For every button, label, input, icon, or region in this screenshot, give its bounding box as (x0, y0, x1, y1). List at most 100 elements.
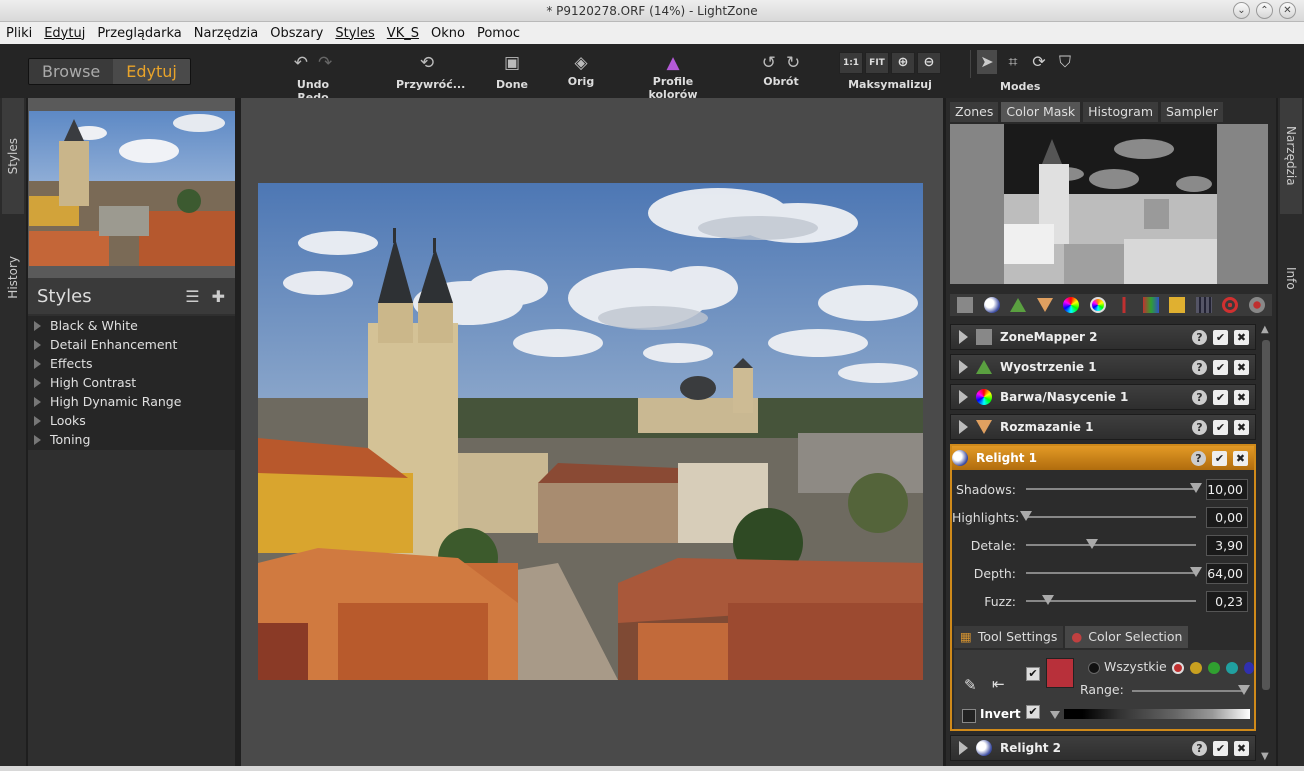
blur-icon[interactable] (1036, 298, 1053, 312)
tool-row-zonemapper[interactable]: ZoneMapper 2 ? ✔ ✖ (950, 324, 1256, 350)
color-balance-icon[interactable] (1089, 297, 1106, 313)
depth-slider[interactable] (1026, 572, 1196, 574)
zoom-fit-button[interactable]: FIT (865, 52, 889, 74)
minimize-button[interactable]: ⌄ (1233, 2, 1250, 19)
tab-zones[interactable]: Zones (950, 102, 999, 122)
enable-checkbox[interactable]: ✔ (1213, 389, 1228, 405)
rotate-left-icon[interactable]: ↺ (762, 53, 776, 73)
help-icon[interactable]: ? (1192, 329, 1207, 345)
style-category[interactable]: High Contrast (28, 373, 235, 392)
help-icon[interactable]: ? (1192, 419, 1207, 435)
zoom-out-icon[interactable]: ⊖ (917, 52, 941, 74)
menu-przegladarka[interactable]: Przeglądarka (97, 26, 181, 41)
range-slider-thumb[interactable] (1238, 685, 1250, 695)
expand-icon[interactable] (959, 360, 968, 374)
depth-slider-thumb[interactable] (1190, 567, 1202, 577)
enable-checkbox[interactable]: ✔ (1213, 329, 1228, 345)
zoom-in-icon[interactable]: ⊕ (891, 52, 915, 74)
color-enable-checkbox[interactable]: ✔ (1026, 667, 1040, 681)
remove-icon[interactable]: ✖ (1234, 359, 1249, 375)
arrow-mode-icon[interactable]: ➤ (977, 50, 997, 74)
edit-button[interactable]: Edytuj (113, 59, 190, 84)
highlights-value-field[interactable]: 0,00 (1206, 506, 1248, 528)
detail-value-field[interactable]: 3,90 (1206, 534, 1248, 556)
menu-pliki[interactable]: Pliki (6, 26, 32, 41)
sharpen-icon[interactable] (1010, 298, 1027, 312)
style-category[interactable]: Looks (28, 411, 235, 430)
remove-icon[interactable]: ✖ (1234, 419, 1249, 435)
remove-icon[interactable]: ✖ (1233, 450, 1248, 466)
shadows-slider-thumb[interactable] (1190, 483, 1202, 493)
luminosity-low-thumb[interactable] (1050, 711, 1060, 719)
revert-button[interactable]: ⟲ Przywróć... (396, 52, 465, 91)
expand-icon[interactable] (959, 420, 968, 434)
temperature-icon[interactable] (1116, 297, 1133, 313)
yellow-preset-radio[interactable] (1190, 662, 1202, 674)
close-button[interactable]: ✕ (1279, 2, 1296, 19)
fuzz-value-field[interactable]: 0,23 (1206, 590, 1248, 612)
reset-arrow-icon[interactable]: ⇤ (992, 675, 1005, 693)
help-icon[interactable]: ? (1192, 389, 1207, 405)
help-icon[interactable]: ? (1191, 450, 1206, 466)
enable-checkbox[interactable]: ✔ (1212, 450, 1227, 466)
menu-okno[interactable]: Okno (431, 26, 465, 41)
menu-edytuj[interactable]: Edytuj (44, 26, 85, 41)
info-side-tab[interactable]: Info (1280, 248, 1302, 308)
styles-side-tab[interactable]: Styles (2, 98, 24, 214)
tab-sampler[interactable]: Sampler (1161, 102, 1224, 122)
luminosity-range-bar[interactable] (1064, 709, 1250, 719)
browse-button[interactable]: Browse (29, 59, 114, 84)
fuzz-slider-thumb[interactable] (1042, 595, 1054, 605)
range-slider[interactable] (1132, 690, 1244, 692)
highlights-slider[interactable] (1026, 516, 1196, 518)
menu-pomoc[interactable]: Pomoc (477, 26, 520, 41)
tab-color-selection[interactable]: ● Color Selection (1065, 626, 1189, 648)
tool-row-blur[interactable]: Rozmazanie 1 ? ✔ ✖ (950, 414, 1256, 440)
eyedropper-icon[interactable]: ✎ (964, 676, 977, 694)
shadows-value-field[interactable]: 10,00 (1206, 478, 1248, 500)
image-canvas[interactable] (241, 98, 943, 766)
tool-row-hue-saturation[interactable]: Barwa/Nasycenie 1 ? ✔ ✖ (950, 384, 1256, 410)
menu-vk-s[interactable]: VK_S (387, 26, 419, 41)
luminosity-checkbox[interactable]: ✔ (1026, 705, 1040, 719)
expand-icon[interactable] (959, 741, 968, 755)
tab-tool-settings[interactable]: ▦ Tool Settings (954, 626, 1064, 648)
tools-side-tab[interactable]: Narzędzia (1280, 98, 1302, 214)
list-icon[interactable]: ☰ (185, 287, 199, 306)
expand-icon[interactable] (959, 330, 968, 344)
tab-histogram[interactable]: Histogram (1083, 102, 1158, 122)
enable-checkbox[interactable]: ✔ (1213, 419, 1228, 435)
tool-row-sharpen[interactable]: Wyostrzenie 1 ? ✔ ✖ (950, 354, 1256, 380)
scrollbar-thumb[interactable] (1262, 340, 1270, 690)
style-category[interactable]: Effects (28, 354, 235, 373)
tools-scrollbar[interactable]: ▲ ▼ (1259, 324, 1273, 764)
blue-preset-radio[interactable] (1244, 662, 1254, 674)
green-preset-radio[interactable] (1208, 662, 1220, 674)
menu-styles[interactable]: Styles (335, 26, 374, 41)
scroll-up-icon[interactable]: ▲ (1261, 324, 1269, 335)
cyan-preset-radio[interactable] (1226, 662, 1238, 674)
history-side-tab[interactable]: History (2, 222, 24, 332)
channel-mixer-icon[interactable] (1142, 297, 1159, 313)
done-button[interactable]: ▣ Done (494, 52, 530, 91)
shadows-slider[interactable] (1026, 488, 1196, 490)
remove-icon[interactable]: ✖ (1234, 329, 1249, 345)
highlights-slider-thumb[interactable] (1020, 511, 1032, 521)
red-preset-radio[interactable] (1172, 662, 1184, 674)
style-category[interactable]: Detail Enhancement (28, 335, 235, 354)
remove-icon[interactable]: ✖ (1234, 389, 1249, 405)
hue-saturation-icon[interactable] (1063, 297, 1080, 313)
enable-checkbox[interactable]: ✔ (1213, 740, 1228, 756)
rotate-mode-icon[interactable]: ⟳ (1029, 50, 1049, 74)
noise-icon[interactable] (1169, 297, 1186, 313)
maximize-button[interactable]: ⌃ (1256, 2, 1273, 19)
relight-icon[interactable] (983, 297, 1000, 313)
enable-checkbox[interactable]: ✔ (1213, 359, 1228, 375)
invert-checkbox[interactable] (962, 709, 976, 723)
target-icon[interactable] (1222, 297, 1239, 313)
relight-header[interactable]: Relight 1 ? ✔ ✖ (952, 446, 1254, 470)
scroll-down-icon[interactable]: ▼ (1261, 751, 1269, 762)
red-eye-icon[interactable] (1248, 297, 1265, 313)
help-icon[interactable]: ? (1192, 359, 1207, 375)
undo-icon[interactable]: ↶ (294, 53, 308, 73)
